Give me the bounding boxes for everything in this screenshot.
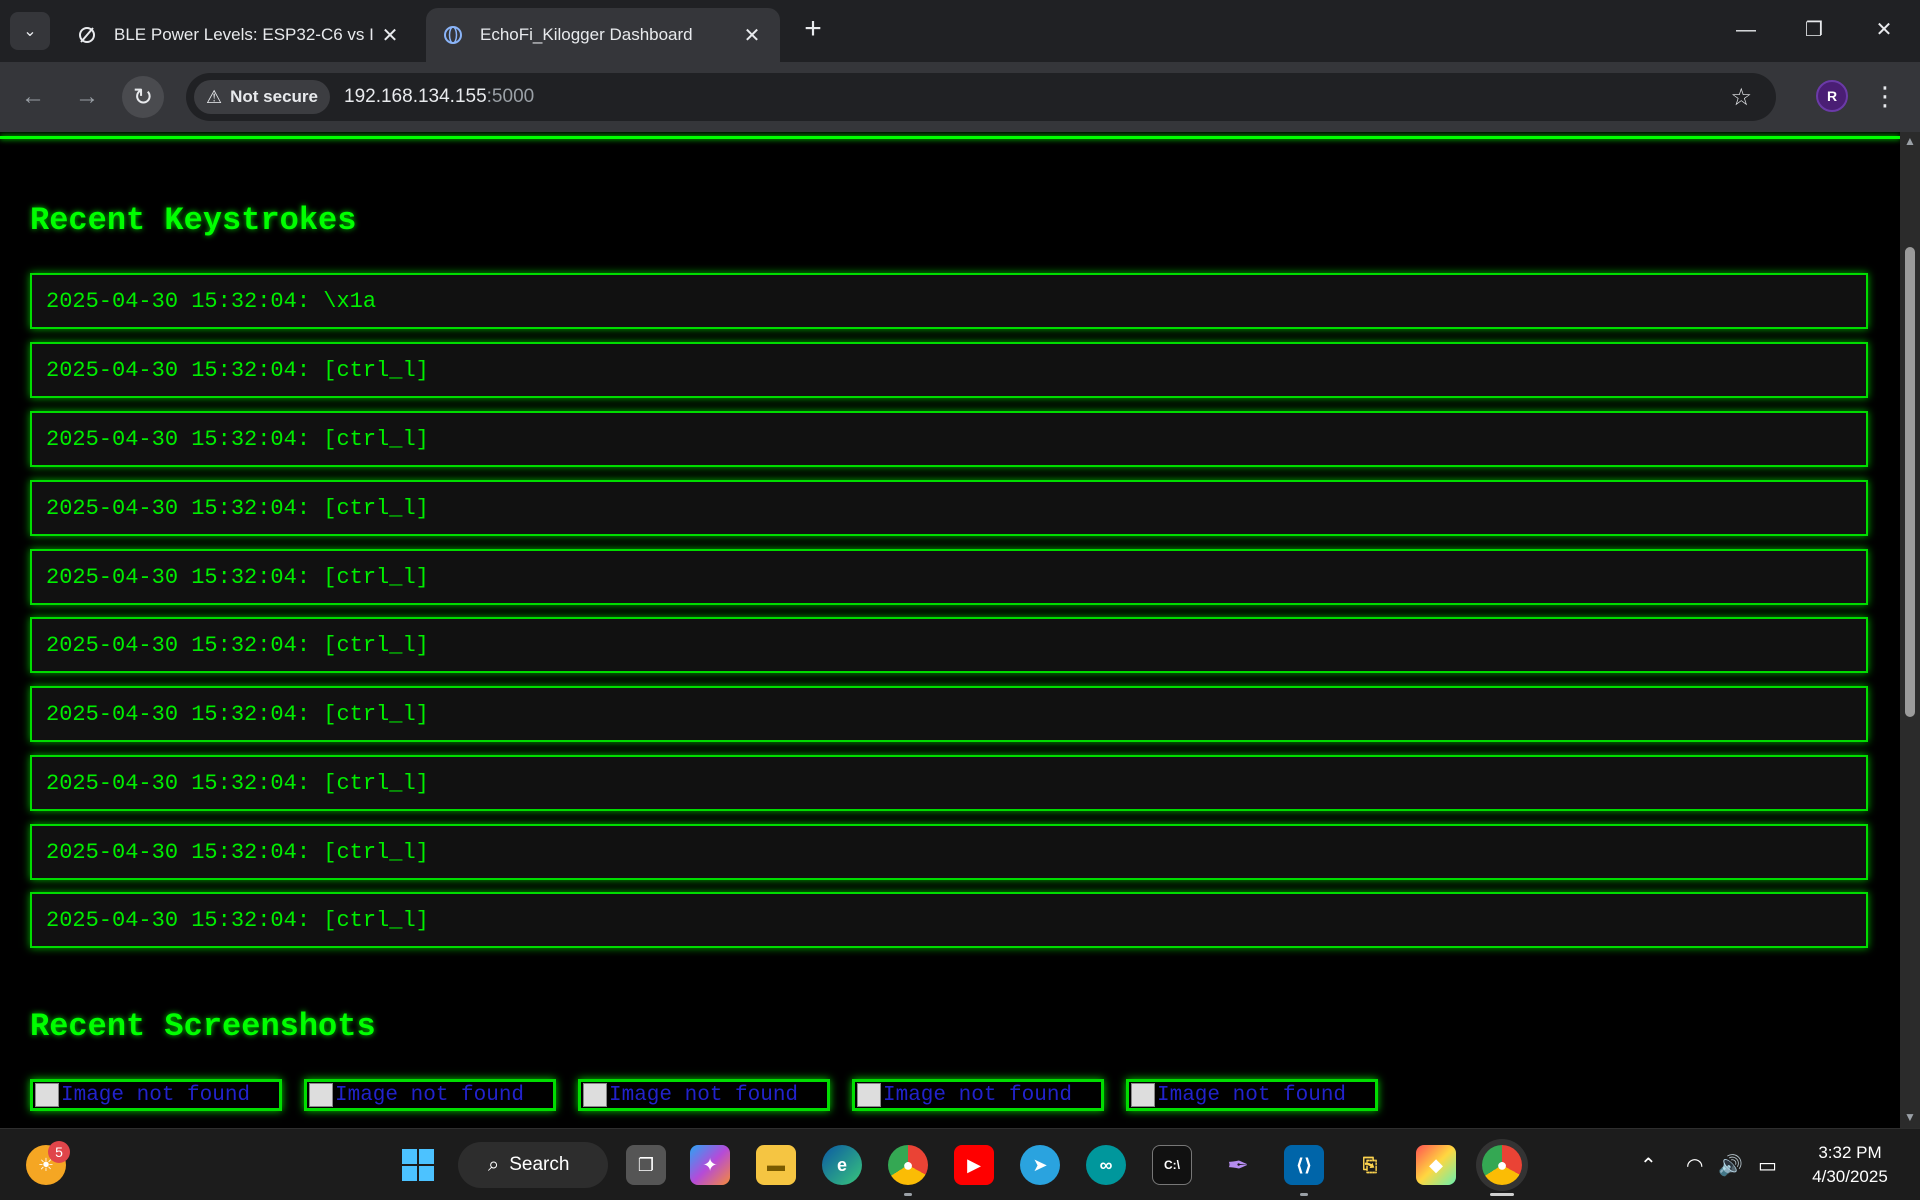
perplexity-icon xyxy=(76,24,98,46)
new-tab-button[interactable]: + xyxy=(796,14,830,48)
telegram-icon[interactable]: ➤ xyxy=(1020,1145,1060,1185)
image-alt-text: Image not found xyxy=(609,1083,799,1107)
restore-button[interactable]: ❐ xyxy=(1784,10,1844,50)
edge-icon[interactable]: e xyxy=(822,1145,862,1185)
taskbar: ☀ 5 ⌕ Search ❐ ✦ ▬ e ● ▶ ➤ ∞ C:\ ✒ ⟨⟩ ⎘ … xyxy=(0,1128,1920,1200)
tray-overflow-icon[interactable]: ⌃ xyxy=(1640,1153,1657,1178)
task-view-icon[interactable]: ❐ xyxy=(626,1145,666,1185)
vscode-icon[interactable]: ⟨⟩ xyxy=(1284,1145,1324,1185)
clock-time: 3:32 PM xyxy=(1818,1143,1882,1162)
volume-icon[interactable]: 🔊 xyxy=(1718,1153,1743,1178)
keystroke-entry: 2025-04-30 15:32:04: [ctrl_l] xyxy=(30,617,1868,673)
terminal-icon[interactable]: C:\ xyxy=(1152,1145,1192,1185)
running-indicator xyxy=(1300,1193,1308,1196)
close-icon: ✕ xyxy=(1875,19,1893,41)
keystrokes-heading: Recent Keystrokes xyxy=(30,202,357,239)
reload-icon: ↻ xyxy=(132,83,154,111)
tab-title: EchoFi_Kilogger Dashboard xyxy=(480,25,693,44)
close-icon[interactable]: ✕ xyxy=(740,23,764,48)
close-window-button[interactable]: ✕ xyxy=(1854,10,1914,50)
arduino-icon[interactable]: ∞ xyxy=(1086,1145,1126,1185)
tab-search-button[interactable]: ⌄ xyxy=(10,12,50,50)
file-explorer-icon[interactable]: ▬ xyxy=(756,1145,796,1185)
wifi-icon[interactable]: ◠ xyxy=(1686,1153,1703,1178)
tab-echofi-dashboard[interactable]: EchoFi_Kilogger Dashboard ✕ xyxy=(426,8,780,62)
header-divider xyxy=(0,136,1900,139)
tab-strip: ⌄ BLE Power Levels: ESP32-C6 vs I ✕ Echo… xyxy=(0,0,1920,62)
restore-icon: ❐ xyxy=(1805,19,1823,41)
quill-icon[interactable]: ✒ xyxy=(1218,1145,1258,1185)
screenshot-thumbnail[interactable]: Image not found xyxy=(1126,1079,1378,1111)
broken-image-icon xyxy=(309,1083,333,1107)
taskbar-search[interactable]: ⌕ Search xyxy=(458,1142,608,1188)
chrome-icon[interactable]: ● xyxy=(888,1145,928,1185)
scrollbar-thumb[interactable] xyxy=(1905,247,1915,717)
minimize-button[interactable]: — xyxy=(1716,10,1776,50)
screenshot-thumbnail[interactable]: Image not found xyxy=(304,1079,556,1111)
tab-ble-power-levels[interactable]: BLE Power Levels: ESP32-C6 vs I ✕ xyxy=(60,8,418,62)
broken-image-icon xyxy=(857,1083,881,1107)
search-label: Search xyxy=(509,1154,570,1175)
url-text[interactable]: 192.168.134.155:5000 xyxy=(344,86,534,108)
system-clock[interactable]: 3:32 PM 4/30/2025 xyxy=(1800,1141,1900,1189)
keystroke-entry: 2025-04-30 15:32:04: [ctrl_l] xyxy=(30,342,1868,398)
arrow-left-icon: ← xyxy=(21,83,45,110)
broken-image-icon xyxy=(583,1083,607,1107)
youtube-icon[interactable]: ▶ xyxy=(954,1145,994,1185)
screenshot-thumbnail[interactable]: Image not found xyxy=(30,1079,282,1111)
keystroke-entry: 2025-04-30 15:32:04: [ctrl_l] xyxy=(30,892,1868,948)
image-alt-text: Image not found xyxy=(883,1083,1073,1107)
globe-icon xyxy=(442,24,464,46)
screenshot-thumbnail[interactable]: Image not found xyxy=(578,1079,830,1111)
clock-date: 4/30/2025 xyxy=(1812,1167,1888,1186)
more-menu-icon[interactable]: ⋮ xyxy=(1872,78,1898,114)
tab-title: BLE Power Levels: ESP32-C6 vs I xyxy=(114,25,374,44)
page-viewport: Recent Keystrokes 2025-04-30 15:32:04: \… xyxy=(0,132,1900,1128)
keystroke-entry: 2025-04-30 15:32:04: [ctrl_l] xyxy=(30,549,1868,605)
broken-image-icon xyxy=(35,1083,59,1107)
site-info-button[interactable]: ⚠ Not secure xyxy=(194,80,331,114)
keystroke-entry: 2025-04-30 15:32:04: [ctrl_l] xyxy=(30,755,1868,811)
active-app-indicator xyxy=(1490,1193,1514,1196)
keystroke-entry: 2025-04-30 15:32:04: [ctrl_l] xyxy=(30,824,1868,880)
profile-avatar[interactable]: R xyxy=(1816,80,1848,112)
image-alt-text: Image not found xyxy=(1157,1083,1347,1107)
scroll-down-icon[interactable]: ▼ xyxy=(1904,1110,1916,1124)
image-alt-text: Image not found xyxy=(335,1083,525,1107)
start-icon[interactable] xyxy=(398,1145,438,1185)
scroll-up-icon[interactable]: ▲ xyxy=(1904,134,1916,148)
bookmark-star-icon[interactable]: ☆ xyxy=(1730,83,1752,112)
arrow-right-icon: → xyxy=(75,83,99,110)
chevron-down-icon: ⌄ xyxy=(23,23,37,40)
screenshot-thumbnail[interactable]: Image not found xyxy=(852,1079,1104,1111)
minimize-icon: — xyxy=(1736,19,1756,41)
back-button[interactable]: ← xyxy=(12,76,54,118)
network-tool-icon[interactable]: ⎘ xyxy=(1350,1145,1390,1185)
url-port: :5000 xyxy=(486,86,535,107)
broken-image-icon xyxy=(1131,1083,1155,1107)
keystroke-entry: 2025-04-30 15:32:04: [ctrl_l] xyxy=(30,686,1868,742)
app-launcher-icon[interactable]: ◆ xyxy=(1416,1145,1456,1185)
chrome-profile-icon[interactable]: ● xyxy=(1482,1145,1522,1185)
forward-button[interactable]: → xyxy=(66,76,108,118)
close-icon[interactable]: ✕ xyxy=(378,23,402,48)
security-label: Not secure xyxy=(230,87,319,106)
keystroke-entry: 2025-04-30 15:32:04: [ctrl_l] xyxy=(30,411,1868,467)
notification-badge: 5 xyxy=(48,1141,70,1163)
keystroke-entry: 2025-04-30 15:32:04: [ctrl_l] xyxy=(30,480,1868,536)
running-indicator xyxy=(904,1193,912,1196)
battery-icon[interactable]: ▭ xyxy=(1758,1153,1777,1178)
url-host: 192.168.134.155 xyxy=(344,86,487,107)
copilot-icon[interactable]: ✦ xyxy=(690,1145,730,1185)
warning-icon: ⚠ xyxy=(206,86,223,107)
browser-toolbar: ← → ↻ ⚠ Not secure 192.168.134.155:5000 … xyxy=(0,62,1920,132)
image-alt-text: Image not found xyxy=(61,1083,251,1107)
screenshots-heading: Recent Screenshots xyxy=(30,1008,376,1045)
keystroke-entry: 2025-04-30 15:32:04: \x1a xyxy=(30,273,1868,329)
address-bar[interactable]: ⚠ Not secure 192.168.134.155:5000 ☆ xyxy=(186,73,1776,121)
reload-button[interactable]: ↻ xyxy=(122,76,164,118)
page-scrollbar[interactable]: ▲ ▼ xyxy=(1900,132,1920,1128)
search-icon: ⌕ xyxy=(488,1153,500,1176)
